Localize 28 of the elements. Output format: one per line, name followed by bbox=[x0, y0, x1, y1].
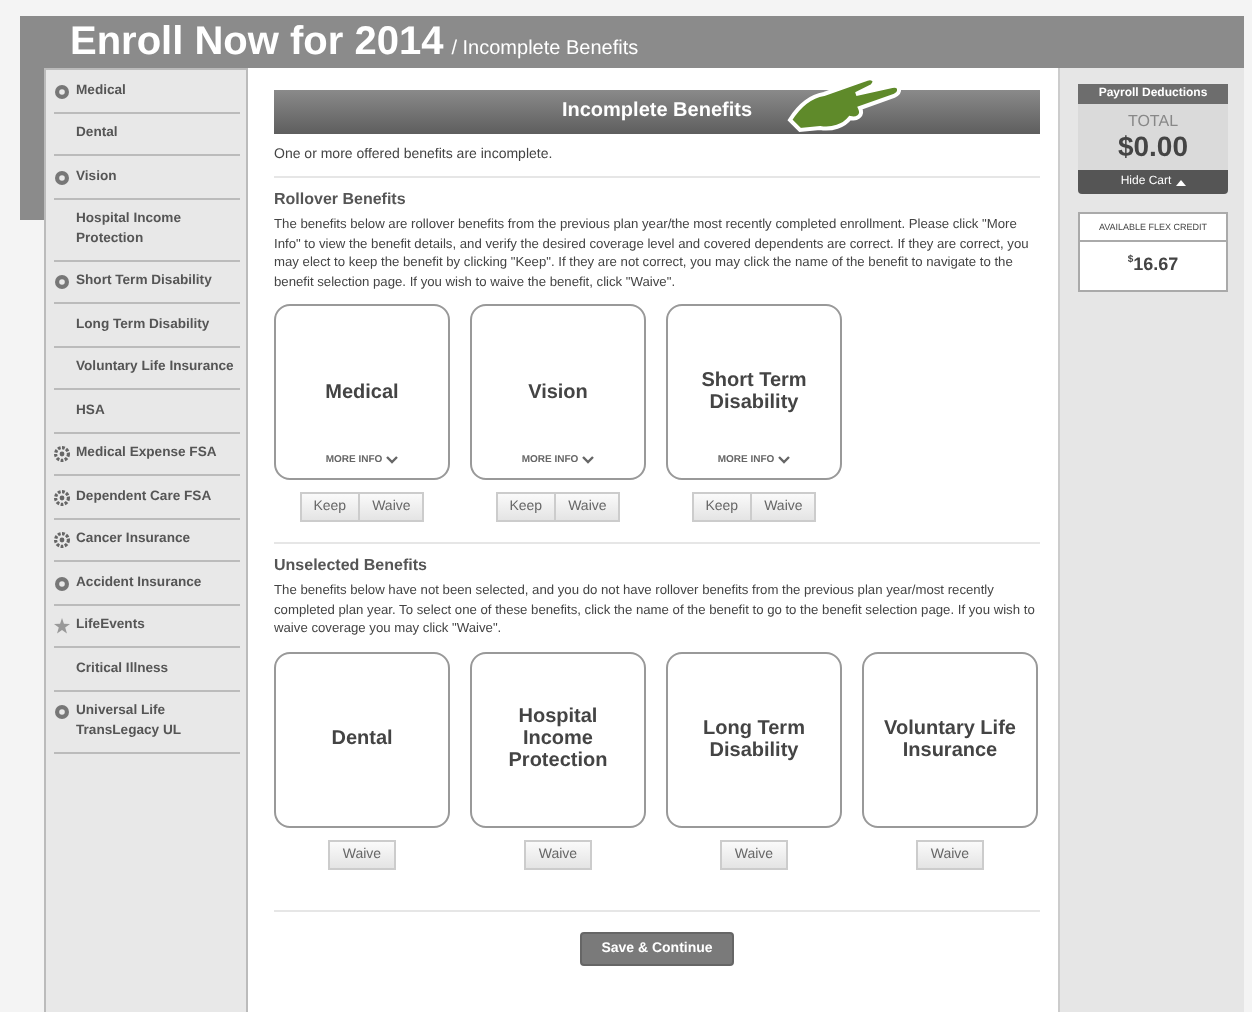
chevron-down-icon bbox=[778, 456, 791, 464]
gear-icon bbox=[54, 532, 70, 548]
benefit-name[interactable]: Medical bbox=[313, 381, 411, 403]
benefit-card[interactable]: Voluntary Life Insurance bbox=[862, 651, 1038, 827]
gear-icon bbox=[54, 489, 70, 505]
breadcrumb: / Incomplete Benefits bbox=[451, 38, 639, 60]
section-heading: Rollover Benefits bbox=[274, 190, 408, 208]
section-title-bar: Incomplete Benefits bbox=[274, 90, 1040, 134]
currency-sign: $ bbox=[1127, 254, 1134, 266]
total-label: TOTAL bbox=[1127, 112, 1179, 130]
benefit-name[interactable]: Hospital Income Protection bbox=[472, 706, 644, 772]
benefit-name[interactable]: Long Term Disability bbox=[668, 717, 840, 761]
benefit-name[interactable]: Voluntary Life Insurance bbox=[864, 717, 1036, 761]
benefit-name[interactable]: Vision bbox=[516, 381, 600, 403]
flex-credit-amount: 16.67 bbox=[1133, 254, 1179, 274]
benefit-name[interactable]: Short Term Disability bbox=[668, 370, 840, 414]
caret-up-icon bbox=[1175, 179, 1186, 185]
benefit-card[interactable]: Dental bbox=[274, 651, 450, 827]
benefit-name[interactable]: Dental bbox=[319, 728, 405, 750]
total-amount: $0.00 bbox=[1117, 130, 1189, 162]
chevron-down-icon bbox=[386, 456, 399, 464]
benefit-card[interactable]: Hospital Income Protection bbox=[470, 651, 646, 827]
section-heading: Unselected Benefits bbox=[274, 556, 429, 574]
gear-icon bbox=[54, 446, 70, 462]
page-title: Enroll Now for 2014 bbox=[70, 18, 444, 68]
chevron-down-icon bbox=[582, 456, 595, 464]
benefit-card[interactable]: Long Term Disability bbox=[666, 651, 842, 827]
star-icon bbox=[54, 618, 70, 634]
